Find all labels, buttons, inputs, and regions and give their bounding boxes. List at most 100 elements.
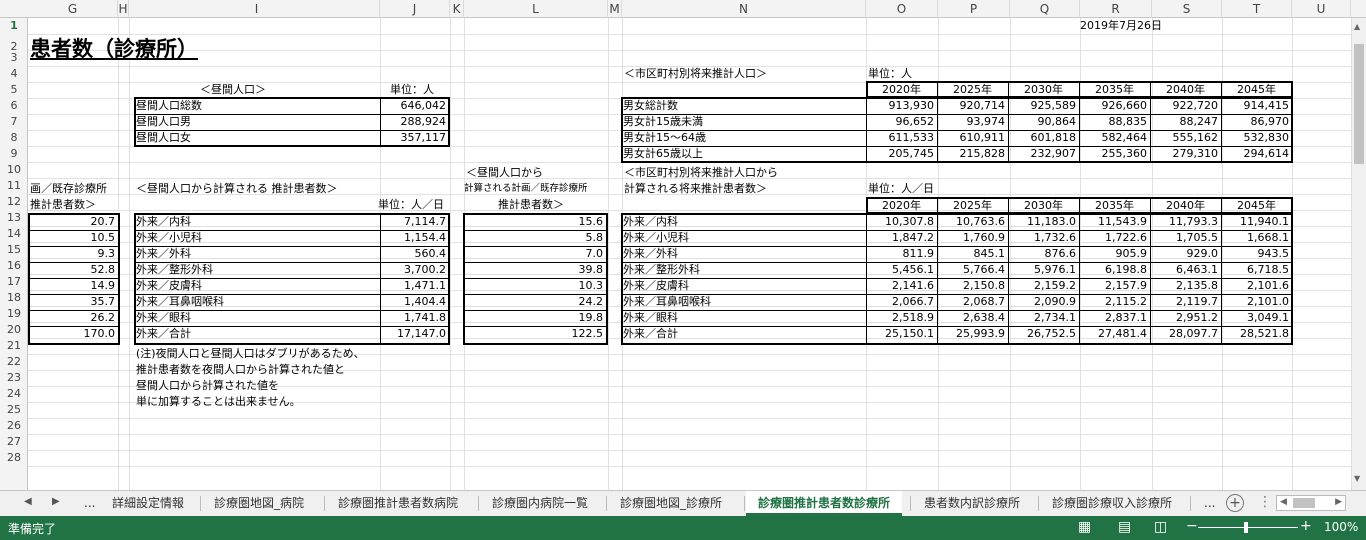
row-header[interactable]: 23 xyxy=(0,370,28,386)
row-label[interactable]: 外来／内科 xyxy=(623,214,863,230)
row-value[interactable]: 10.3 xyxy=(466,278,606,294)
row-value[interactable]: 2,157.9 xyxy=(1079,278,1150,294)
hscroll-left-icon[interactable]: ◀ xyxy=(1280,497,1287,507)
row-value[interactable]: 28,097.7 xyxy=(1150,326,1221,342)
year-header[interactable]: 2040年 xyxy=(1150,198,1221,214)
row-value[interactable]: 19.8 xyxy=(466,310,606,326)
row-header[interactable]: 27 xyxy=(0,434,28,450)
unit-label[interactable]: 単位：人 xyxy=(390,82,450,98)
note-text[interactable]: 推計患者数を夜間人口から計算された値と xyxy=(136,362,456,378)
row-value[interactable]: 90,864 xyxy=(1008,114,1079,130)
row-value[interactable]: 10,307.8 xyxy=(866,214,937,230)
row-value[interactable]: 17,147.0 xyxy=(381,326,449,342)
row-header[interactable]: 12 xyxy=(0,194,28,210)
zoom-out-icon[interactable]: − xyxy=(1186,518,1198,534)
row-label[interactable]: 外来／合計 xyxy=(623,326,863,342)
sheet-tab[interactable]: 診療圏地図_診療所 xyxy=(608,491,734,516)
row-value[interactable]: 205,745 xyxy=(866,146,937,162)
unit-label[interactable]: 単位：人／日 xyxy=(868,181,958,197)
row-value[interactable]: 1,404.4 xyxy=(381,294,449,310)
row-header[interactable]: 6 xyxy=(0,98,28,114)
row-value[interactable]: 5,456.1 xyxy=(866,262,937,278)
row-value[interactable]: 920,714 xyxy=(937,98,1008,114)
row-value[interactable]: 96,652 xyxy=(866,114,937,130)
row-value[interactable]: 27,481.4 xyxy=(1079,326,1150,342)
year-header[interactable]: 2030年 xyxy=(1008,82,1079,98)
row-header[interactable]: 4 xyxy=(0,66,28,82)
row-value[interactable]: 2,119.7 xyxy=(1150,294,1221,310)
row-value[interactable]: 2,115.2 xyxy=(1079,294,1150,310)
row-header[interactable]: 25 xyxy=(0,402,28,418)
row-header[interactable]: 14 xyxy=(0,226,28,242)
column-header[interactable]: O xyxy=(866,0,938,18)
row-label[interactable]: 昼間人口総数 xyxy=(136,98,380,114)
row-value[interactable]: 170.0 xyxy=(30,326,118,342)
row-value[interactable]: 6,198.8 xyxy=(1079,262,1150,278)
row-label[interactable]: 外来／整形外科 xyxy=(623,262,863,278)
row-label[interactable]: 外来／小児科 xyxy=(623,230,863,246)
tab-scroll-left-icon[interactable]: ◀ xyxy=(24,496,32,507)
page-title[interactable]: 患者数（診療所） xyxy=(30,32,330,66)
note-text[interactable]: 昼間人口から計算された値を xyxy=(136,378,456,394)
column-header[interactable]: Q xyxy=(1010,0,1080,18)
sheet-tab[interactable]: 患者数内訳診療所 xyxy=(912,491,1032,516)
year-header[interactable]: 2020年 xyxy=(866,82,937,98)
row-value[interactable]: 5,766.4 xyxy=(937,262,1008,278)
row-header[interactable]: 20 xyxy=(0,322,28,338)
year-header[interactable]: 2030年 xyxy=(1008,198,1079,214)
year-header[interactable]: 2025年 xyxy=(937,82,1008,98)
row-value[interactable]: 11,940.1 xyxy=(1221,214,1292,230)
row-label[interactable]: 男女総計数 xyxy=(623,98,863,114)
zoom-slider[interactable] xyxy=(1198,527,1298,528)
row-value[interactable]: 24.2 xyxy=(466,294,606,310)
row-value[interactable]: 2,734.1 xyxy=(1008,310,1079,326)
row-value[interactable]: 2,068.7 xyxy=(937,294,1008,310)
column-header[interactable]: L xyxy=(464,0,608,18)
page-layout-icon[interactable]: ▤ xyxy=(1118,519,1131,535)
row-value[interactable]: 2,638.4 xyxy=(937,310,1008,326)
row-value[interactable]: 2,101.0 xyxy=(1221,294,1292,310)
row-value[interactable]: 88,247 xyxy=(1150,114,1221,130)
row-value[interactable]: 122.5 xyxy=(466,326,606,342)
scroll-down-icon[interactable]: ▼ xyxy=(1354,474,1364,484)
scroll-thumb[interactable] xyxy=(1354,44,1364,164)
column-header[interactable]: P xyxy=(938,0,1010,18)
row-value[interactable]: 11,183.0 xyxy=(1008,214,1079,230)
row-label[interactable]: 外来／眼科 xyxy=(136,310,380,326)
row-header[interactable]: 22 xyxy=(0,354,28,370)
row-value[interactable]: 926,660 xyxy=(1079,98,1150,114)
row-value[interactable]: 9.3 xyxy=(30,246,118,262)
row-header[interactable]: 21 xyxy=(0,338,28,354)
row-value[interactable]: 610,911 xyxy=(937,130,1008,146)
row-value[interactable]: 646,042 xyxy=(381,98,449,114)
row-value[interactable]: 3,700.2 xyxy=(381,262,449,278)
sheet-tab[interactable]: 診療圏内病院一覧 xyxy=(480,491,600,516)
row-header[interactable]: 15 xyxy=(0,242,28,258)
row-label[interactable]: 昼間人口女 xyxy=(136,130,380,146)
row-value[interactable]: 25,150.1 xyxy=(866,326,937,342)
column-header[interactable]: I xyxy=(134,0,380,18)
vertical-scrollbar[interactable]: ▲ ▼ xyxy=(1351,18,1366,490)
row-value[interactable]: 943.5 xyxy=(1221,246,1292,262)
sheet-tab[interactable]: 診療圏地図_病院 xyxy=(202,491,316,516)
row-value[interactable]: 845.1 xyxy=(937,246,1008,262)
row-value[interactable]: 929.0 xyxy=(1150,246,1221,262)
row-header[interactable]: 11 xyxy=(0,178,28,194)
section-heading[interactable]: 画／既存診療所 xyxy=(30,181,134,197)
sheet-tab[interactable]: 詳細設定情報 xyxy=(100,491,196,516)
section-heading[interactable]: 計算される将来推計患者数＞ xyxy=(624,181,864,197)
zoom-in-icon[interactable]: + xyxy=(1300,518,1312,534)
year-header[interactable]: 2045年 xyxy=(1221,198,1292,214)
row-header[interactable]: 2 xyxy=(0,34,28,53)
row-value[interactable]: 26.2 xyxy=(30,310,118,326)
row-value[interactable]: 215,828 xyxy=(937,146,1008,162)
row-header[interactable]: 19 xyxy=(0,306,28,322)
hscroll-right-icon[interactable]: ▶ xyxy=(1335,497,1342,507)
row-label[interactable]: 男女計15歳未満 xyxy=(623,114,863,130)
row-value[interactable]: 925,589 xyxy=(1008,98,1079,114)
row-value[interactable]: 905.9 xyxy=(1079,246,1150,262)
row-value[interactable]: 2,135.8 xyxy=(1150,278,1221,294)
column-header[interactable]: U xyxy=(1292,0,1351,18)
row-value[interactable]: 7.0 xyxy=(466,246,606,262)
row-value[interactable]: 255,360 xyxy=(1079,146,1150,162)
